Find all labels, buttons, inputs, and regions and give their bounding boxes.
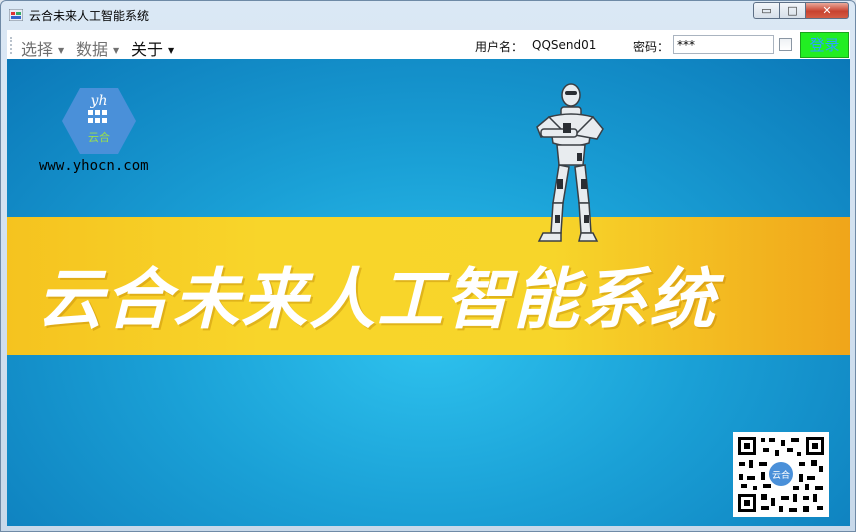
menu-about[interactable]: 关于 ▼ <box>131 36 174 60</box>
menu-select[interactable]: 选择 ▼ <box>21 36 64 60</box>
menu-select-label: 选择 <box>21 40 54 59</box>
logo-subtext: 云合 <box>88 130 110 144</box>
app-window: 云合未来人工智能系统 ▭ □ ✕ 选择 ▼ 数据 ▼ 关于 ▼ 用户名： QQSend… <box>0 0 856 532</box>
chevron-down-icon: ▼ <box>168 46 175 55</box>
menu-about-label: 关于 <box>131 40 164 59</box>
remember-checkbox[interactable] <box>779 38 792 51</box>
logo-text: yh <box>90 93 108 109</box>
close-icon: ✕ <box>822 4 832 17</box>
banner-image: 云合未来人工智能系统 yh 云合 www.yhocn.com 云合 <box>7 59 850 526</box>
username-label: 用户名： <box>475 40 524 54</box>
band-title: 云合未来人工智能系统 <box>37 260 717 338</box>
chevron-down-icon: ▼ <box>58 46 65 55</box>
minimize-button[interactable]: ▭ <box>753 2 779 19</box>
password-label: 密码： <box>633 40 670 54</box>
password-field[interactable] <box>673 35 774 54</box>
title-bar[interactable]: 云合未来人工智能系统 ▭ □ ✕ <box>1 1 855 29</box>
menu-data-label: 数据 <box>76 40 109 59</box>
menu-bar: 选择 ▼ 数据 ▼ 关于 ▼ 用户名： QQSend01 密码： 登录 <box>7 30 850 60</box>
window-controls: ▭ □ ✕ <box>753 2 849 21</box>
logo-icon: yh 云合 <box>62 88 136 154</box>
minimize-icon: ▭ <box>761 4 772 17</box>
close-button[interactable]: ✕ <box>805 2 849 19</box>
qr-center-text: 云合 <box>772 469 790 481</box>
qr-code: 云合 <box>733 432 829 517</box>
toolbar-grip[interactable] <box>10 37 14 54</box>
chevron-down-icon: ▼ <box>113 46 120 55</box>
robot-figure <box>536 83 604 242</box>
menu-data[interactable]: 数据 ▼ <box>76 36 119 60</box>
maximize-icon: □ <box>787 4 798 17</box>
logo-url: www.yhocn.com <box>39 158 149 174</box>
username-value[interactable]: QQSend01 <box>532 38 596 52</box>
maximize-button[interactable]: □ <box>779 2 805 19</box>
app-window-icon <box>9 9 23 21</box>
window-title: 云合未来人工智能系统 <box>29 9 150 23</box>
login-button[interactable]: 登录 <box>800 32 849 58</box>
